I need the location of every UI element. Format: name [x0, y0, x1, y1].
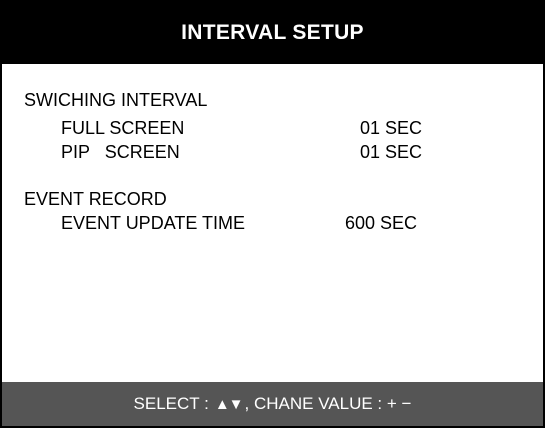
up-down-arrows-icon: ▲▼	[214, 395, 244, 413]
footer-hint-bar: SELECT : ▲▼ , CHANE VALUE : + −	[2, 382, 543, 426]
event-record-section-label: EVENT RECORD	[24, 189, 167, 209]
pip-screen-label: PIP SCREEN	[61, 142, 180, 162]
event-update-time-label: EVENT UPDATE TIME	[61, 213, 246, 233]
interval-setup-panel: INTERVAL SETUP SWICHING INTERVAL FULL SC…	[0, 0, 545, 428]
event-update-time-value[interactable]: 600 SEC	[345, 213, 417, 233]
footer-change-value-label: , CHANE VALUE : + −	[244, 394, 412, 413]
full-screen-interval-value[interactable]: 01 SEC	[360, 118, 422, 138]
page-title: INTERVAL SETUP	[2, 2, 543, 64]
pip-screen-interval-value[interactable]: 01 SEC	[360, 142, 422, 162]
switching-interval-section-label: SWICHING INTERVAL	[24, 90, 208, 110]
page-title-text: INTERVAL SETUP	[181, 21, 364, 44]
footer-select-label: SELECT :	[133, 394, 209, 413]
full-screen-label: FULL SCREEN	[61, 118, 185, 138]
